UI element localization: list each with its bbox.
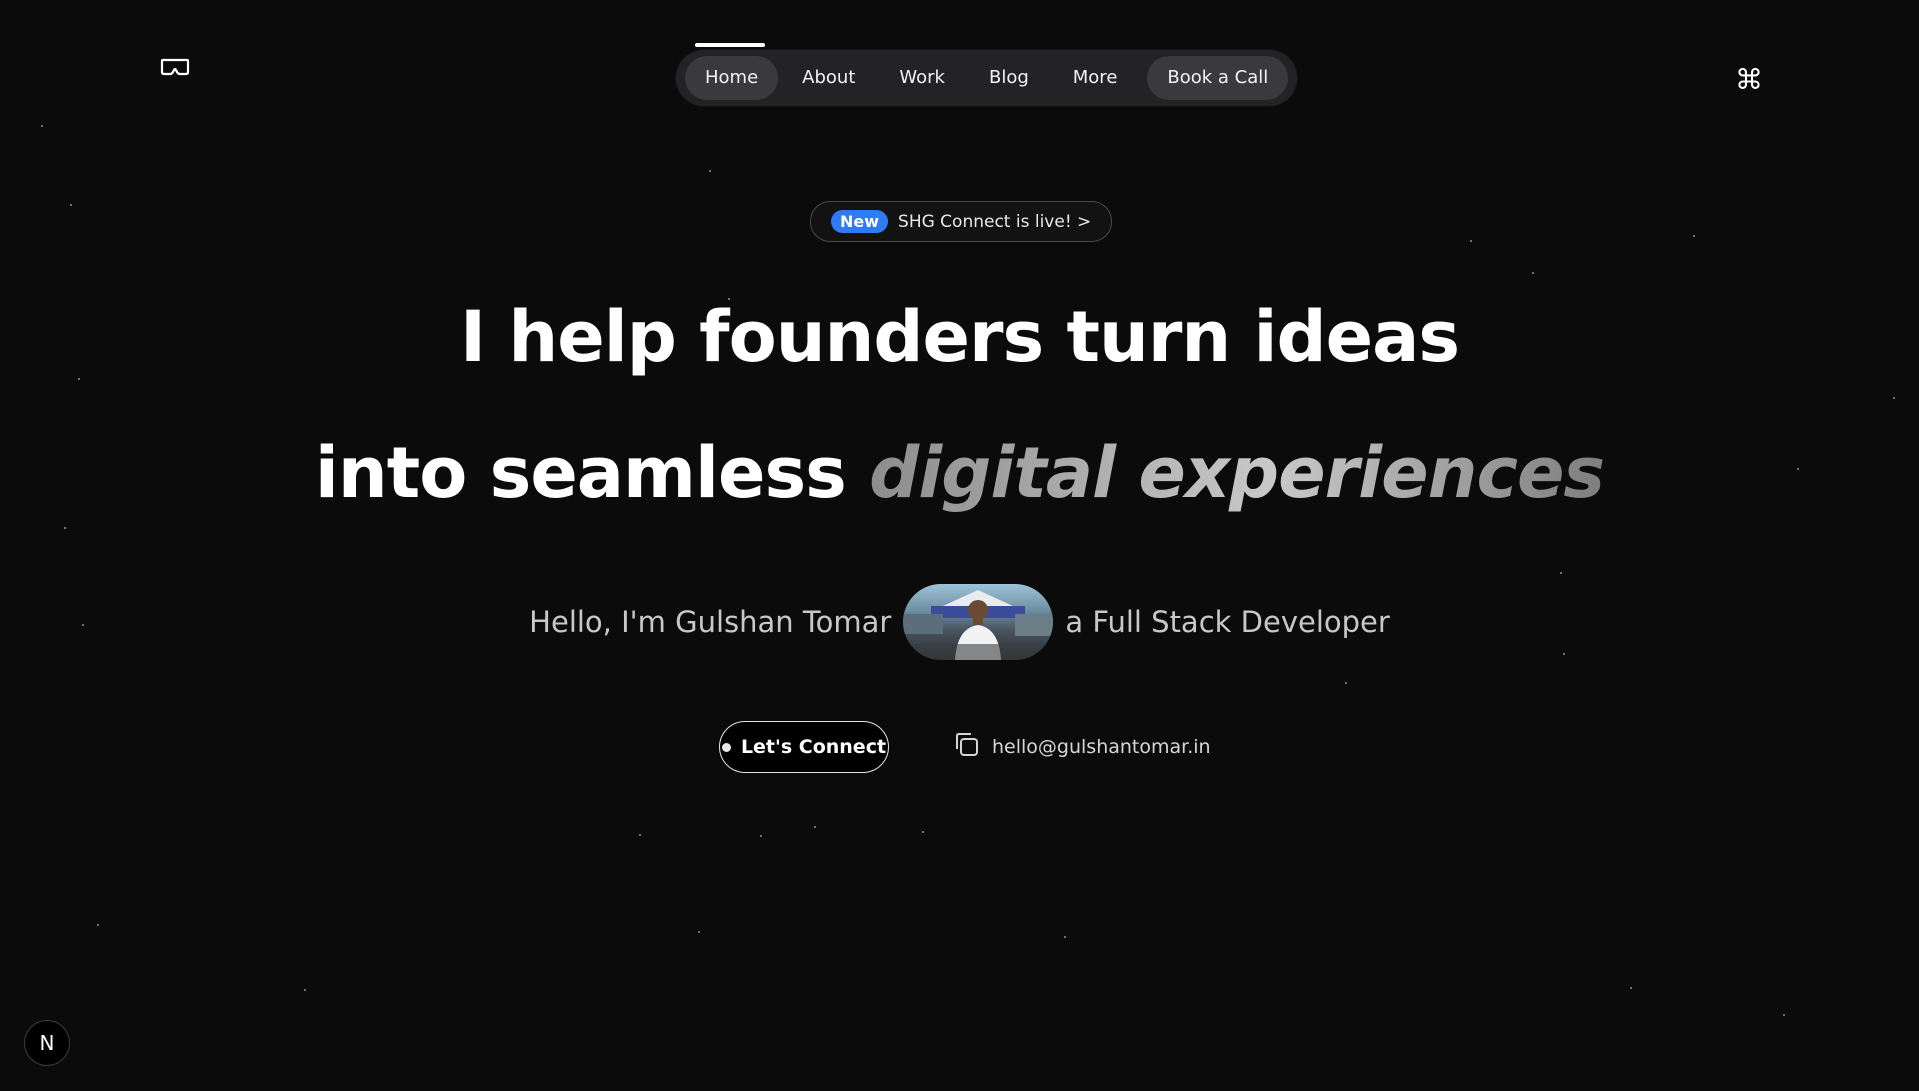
book-a-call-button[interactable]: Book a Call: [1147, 56, 1289, 100]
nav-work[interactable]: Work: [879, 56, 965, 100]
page: Home About Work Blog More Book a Call ⌘ …: [0, 0, 1919, 1091]
hero-headline-accent: digital experiences: [869, 432, 1605, 514]
nav-home[interactable]: Home: [685, 56, 779, 100]
status-dot-icon: [721, 742, 731, 752]
copy-icon: [952, 730, 980, 763]
hero-headline-plain: into seamless: [314, 432, 847, 514]
hero-headline-line1: I help founders turn ideas: [459, 296, 1460, 378]
intro-line: Hello, I'm Gulshan Tomar a Full Stack De…: [0, 584, 1919, 660]
hero-headline-line2: into seamless digital experiences: [0, 432, 1919, 514]
nav-about[interactable]: About: [782, 56, 875, 100]
intro-role: a Full Stack Developer: [1065, 605, 1390, 639]
starfield-background: [0, 0, 1919, 1091]
announcement-pill[interactable]: New SHG Connect is live! >: [810, 201, 1113, 242]
nav-more[interactable]: More: [1053, 56, 1138, 100]
lets-connect-label: Let's Connect: [740, 736, 887, 758]
avatar: [903, 584, 1054, 660]
email-address: hello@gulshantomar.in: [992, 735, 1211, 758]
nextjs-badge-icon[interactable]: N: [24, 1020, 70, 1066]
nav-blog[interactable]: Blog: [969, 56, 1049, 100]
lets-connect-button[interactable]: Let's Connect: [719, 721, 889, 773]
command-icon[interactable]: ⌘: [1735, 63, 1763, 97]
announcement-text: SHG Connect is live! >: [898, 211, 1092, 232]
main-nav: Home About Work Blog More Book a Call: [676, 50, 1298, 106]
new-badge: New: [831, 210, 889, 233]
intro-greeting: Hello, I'm Gulshan Tomar: [529, 605, 892, 639]
active-tab-indicator: [695, 43, 765, 47]
vr-headset-icon[interactable]: [160, 56, 190, 78]
copy-email-button[interactable]: hello@gulshantomar.in: [952, 730, 1211, 763]
